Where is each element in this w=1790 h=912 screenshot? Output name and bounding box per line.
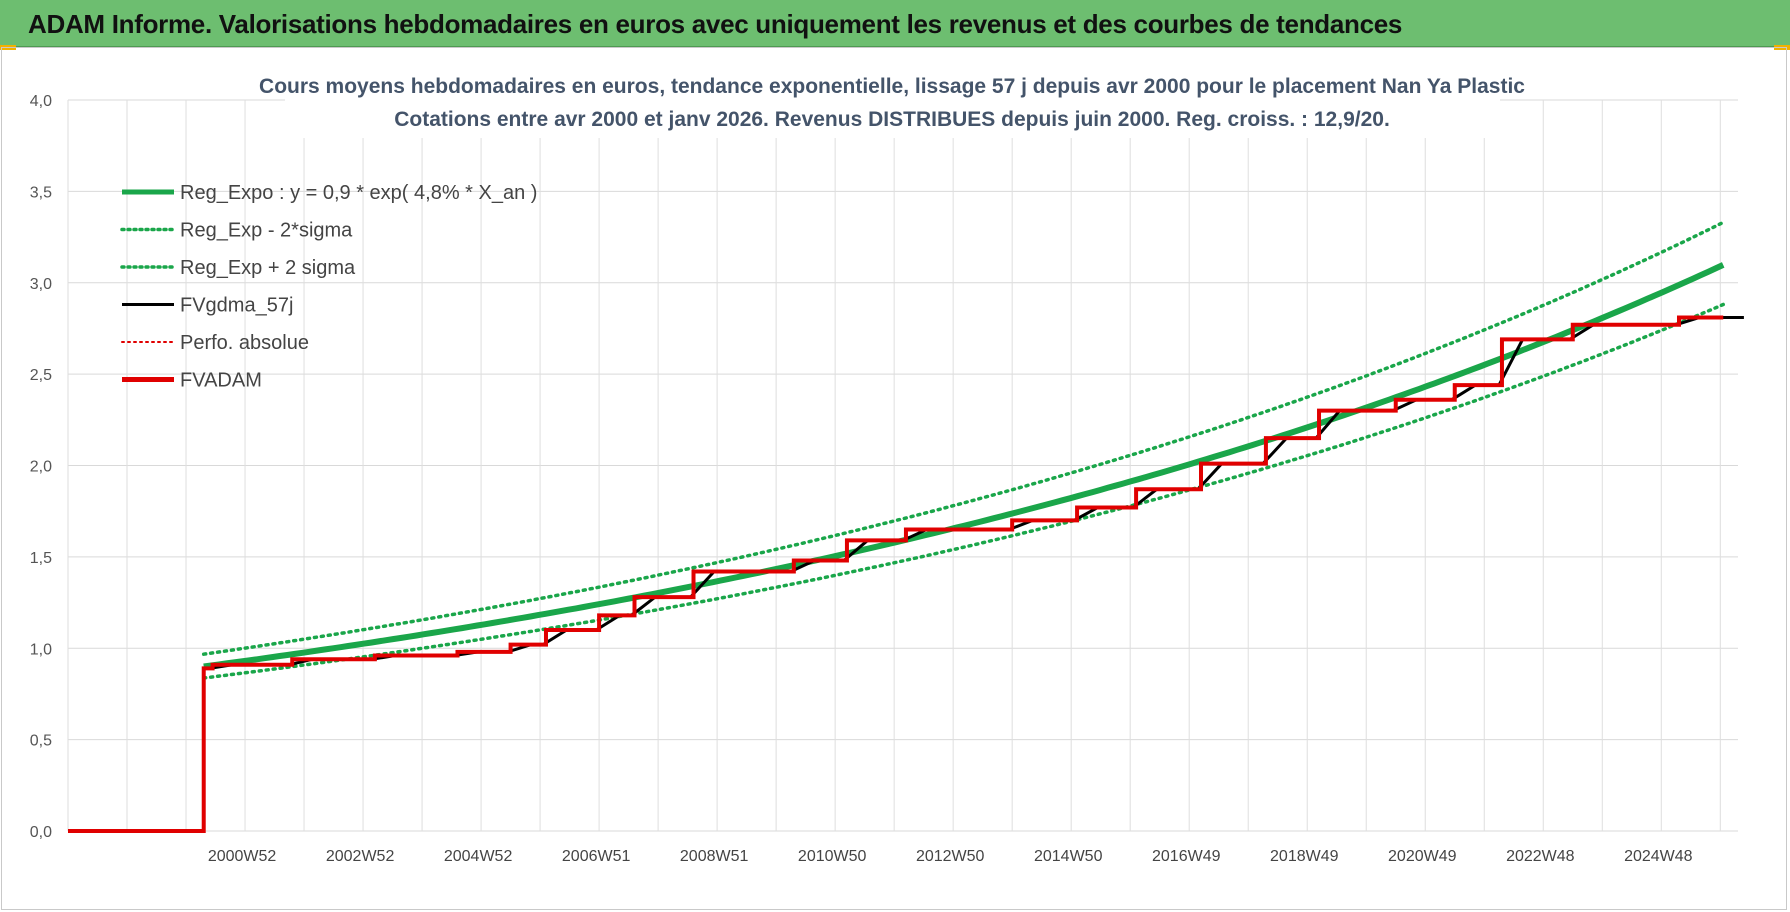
chart: 0,0 0,5 1,0 1,5 2,0 2,5 3,0 3,5 4,0 2000W52 2002W… [30, 68, 1744, 865]
x-tick-label: 2004W52 [444, 848, 513, 865]
y-tick-label: 1,5 [30, 550, 52, 567]
x-tick-label: 2020W49 [1388, 848, 1457, 865]
legend-label: FVgdma_57j [180, 295, 293, 317]
legend-label: Reg_Exp + 2 sigma [180, 257, 356, 279]
y-tick-label: 3,5 [30, 184, 52, 201]
y-tick-label: 4,0 [30, 93, 52, 110]
legend-label: Perfo. absolue [180, 332, 309, 354]
grid [67, 99, 1738, 832]
y-tick-label: 2,0 [30, 459, 52, 476]
x-tick-label: 2002W52 [326, 848, 395, 865]
chart-title-line-1: Cours moyens hebdomadaires en euros, ten… [259, 75, 1525, 98]
legend-label: FVADAM [180, 370, 262, 392]
legend-label: Reg_Exp - 2*sigma [180, 220, 353, 242]
x-tick-label: 2006W51 [562, 848, 631, 865]
chart-title-line-2: Cotations entre avr 2000 et janv 2026. R… [394, 108, 1390, 131]
x-axis: 2000W52 2002W52 2004W52 2006W51 2008W51 2010W… [208, 848, 1693, 865]
y-tick-label: 0,0 [30, 824, 52, 841]
y-tick-label: 1,0 [30, 641, 52, 658]
x-tick-label: 2000W52 [208, 848, 277, 865]
legend: Reg_Expo : y = 0,9 * exp( 4,8% * X_an ) R… [120, 182, 537, 392]
y-tick-label: 0,5 [30, 733, 52, 750]
legend-label: Reg_Expo : y = 0,9 * exp( 4,8% * X_an ) [180, 182, 537, 204]
x-tick-label: 2014W50 [1034, 848, 1103, 865]
x-tick-label: 2024W48 [1624, 848, 1693, 865]
y-tick-label: 2,5 [30, 367, 52, 384]
series-fvadam [68, 315, 1724, 833]
x-tick-label: 2010W50 [798, 848, 867, 865]
x-tick-label: 2012W50 [916, 848, 985, 865]
y-axis: 0,0 0,5 1,0 1,5 2,0 2,5 3,0 3,5 4,0 [30, 93, 52, 841]
chart-title: Cours moyens hebdomadaires en euros, ten… [259, 68, 1525, 138]
y-tick-label: 3,0 [30, 276, 52, 293]
x-tick-label: 2016W49 [1152, 848, 1221, 865]
series-reg-exp-plus-2sigma [201, 220, 1725, 656]
x-tick-label: 2008W51 [680, 848, 749, 865]
x-tick-label: 2018W49 [1270, 848, 1339, 865]
x-tick-label: 2022W48 [1506, 848, 1575, 865]
